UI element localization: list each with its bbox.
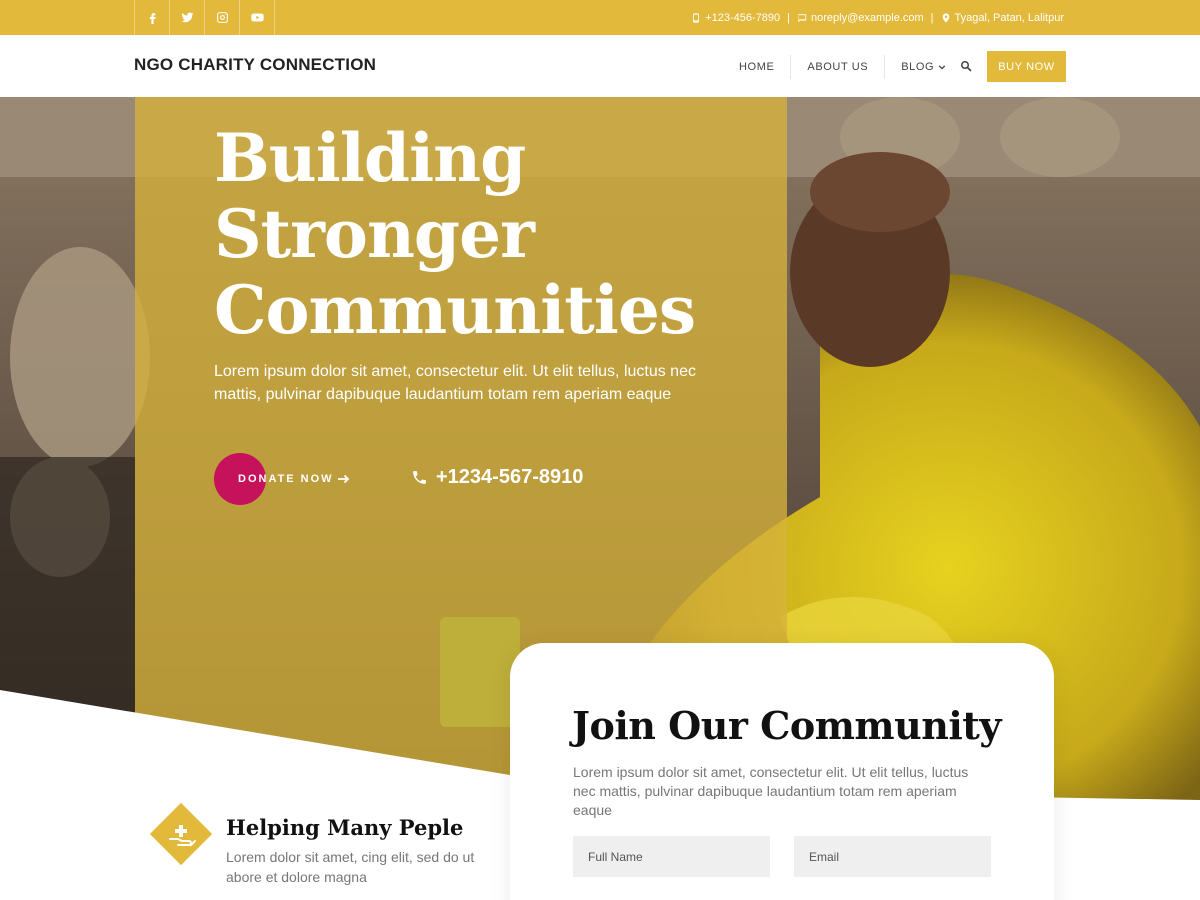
topbar-address: Tyagal, Patan, Lalitpur <box>941 12 1064 24</box>
nav-blog[interactable]: BLOG <box>884 55 962 79</box>
divider: | <box>930 11 934 24</box>
full-name-field[interactable] <box>573 836 770 877</box>
top-bar: +123-456-7890 | noreply@example.com | Ty… <box>0 0 1200 35</box>
donate-now-button[interactable]: DONATE NOW <box>214 453 350 505</box>
instagram-link[interactable] <box>205 0 240 35</box>
facebook-link[interactable] <box>135 0 170 35</box>
hero-title-line: Building <box>214 119 526 197</box>
site-logo[interactable]: NGO CHARITY CONNECTION <box>134 55 376 75</box>
youtube-icon <box>250 13 264 22</box>
donate-now-label: DONATE NOW <box>238 473 350 485</box>
location-pin-icon <box>942 12 949 23</box>
join-community-card: Join Our Community Lorem ipsum dolor sit… <box>510 643 1054 900</box>
topbar-phone[interactable]: +123-456-7890 <box>691 12 780 24</box>
site-header: NGO CHARITY CONNECTION HOME ABOUT US BLO… <box>0 35 1200 97</box>
hero-phone[interactable]: +1234-567-8910 <box>411 466 583 489</box>
hero-description: Lorem ipsum dolor sit amet, consectetur … <box>214 363 696 403</box>
nav-about-us[interactable]: ABOUT US <box>790 55 884 79</box>
hero-phone-number: +1234-567-8910 <box>436 466 584 488</box>
chevron-down-icon <box>938 65 946 70</box>
hero-title: Building Stronger Communities <box>214 120 774 348</box>
topbar-phone-text: +123-456-7890 <box>705 11 781 24</box>
twitter-icon <box>181 12 193 23</box>
phone-icon <box>413 471 426 484</box>
search-icon <box>961 61 972 72</box>
donate-now-text: DONATE NOW <box>238 473 334 485</box>
join-title: Join Our Community <box>572 703 1001 748</box>
topbar-address-text: Tyagal, Patan, Lalitpur <box>954 11 1064 24</box>
mobile-icon <box>693 12 700 23</box>
email-field[interactable] <box>794 836 991 877</box>
divider: | <box>787 11 790 24</box>
hero-title-line: Stronger <box>214 195 535 273</box>
feature-title: Helping Many Peple <box>226 815 464 840</box>
youtube-link[interactable] <box>240 0 275 35</box>
buy-now-button[interactable]: BUY NOW <box>987 51 1066 82</box>
hero-title-line: Communities <box>214 271 696 349</box>
chat-icon <box>798 13 807 22</box>
arrow-right-icon <box>337 474 349 484</box>
topbar-email-text: noreply@example.com <box>811 11 924 24</box>
topbar-email[interactable]: noreply@example.com <box>797 12 924 24</box>
main-nav: HOME ABOUT US BLOG <box>723 55 962 79</box>
instagram-icon <box>216 12 228 23</box>
nav-blog-label: BLOG <box>901 61 935 73</box>
helping-hand-icon <box>149 802 213 866</box>
join-description: Lorem ipsum dolor sit amet, consectetur … <box>573 764 969 818</box>
twitter-link[interactable] <box>170 0 205 35</box>
social-links <box>134 0 275 35</box>
feature-description: Lorem dolor sit amet, cing elit, sed do … <box>226 849 475 885</box>
nav-home[interactable]: HOME <box>723 55 790 79</box>
search-button[interactable] <box>957 57 975 75</box>
facebook-icon <box>149 13 156 24</box>
contact-info: +123-456-7890 | noreply@example.com | Ty… <box>691 0 1064 35</box>
